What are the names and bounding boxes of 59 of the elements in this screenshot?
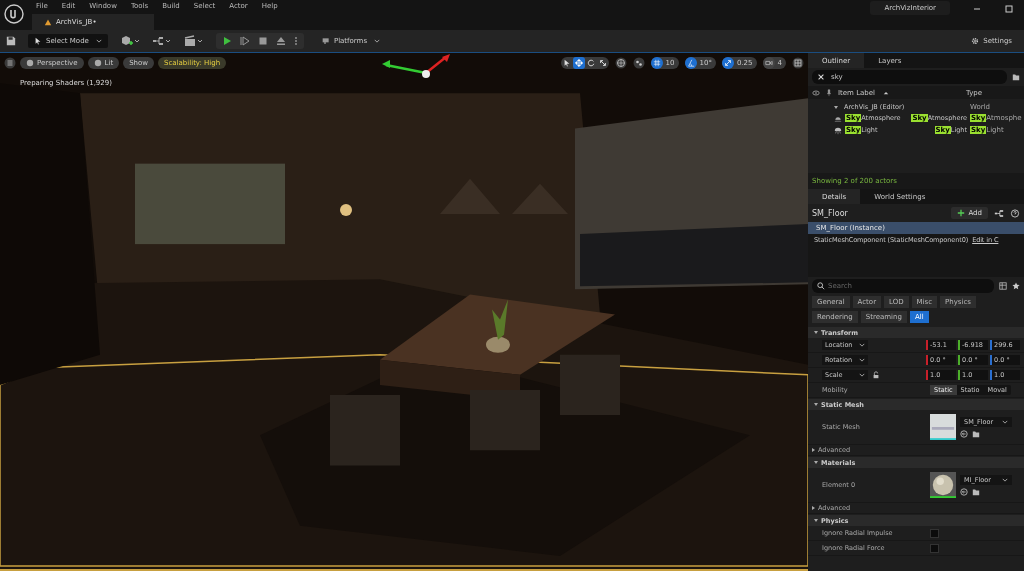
lock-icon[interactable]	[872, 371, 880, 379]
folder-icon[interactable]	[1012, 73, 1020, 81]
use-selected-icon[interactable]	[960, 429, 968, 438]
expand-arrow-icon	[814, 331, 818, 334]
layout-icon[interactable]	[792, 57, 804, 69]
expand-arrow-icon	[814, 461, 818, 464]
caret-icon	[1002, 419, 1008, 424]
globe-icon[interactable]	[614, 57, 627, 69]
sky-light-icon	[834, 127, 842, 135]
search-icon	[817, 282, 825, 290]
star-icon[interactable]	[1012, 282, 1020, 290]
material-thumbnail	[930, 472, 956, 498]
maximize-icon[interactable]	[1004, 4, 1014, 14]
caret-icon	[859, 373, 865, 377]
save-icon[interactable]	[6, 36, 16, 46]
browse-icon[interactable]	[972, 429, 980, 438]
logo-icon	[4, 4, 24, 24]
pin-icon[interactable]	[825, 88, 833, 97]
caret-icon	[95, 39, 102, 43]
blueprint-icon[interactable]	[994, 208, 1004, 218]
eye-icon[interactable]	[812, 88, 820, 97]
menu-icon[interactable]	[4, 57, 16, 69]
transform-tool-icon[interactable]	[572, 57, 585, 69]
expand-arrow-icon	[812, 506, 815, 510]
eject-icon[interactable]	[275, 36, 286, 46]
caret-icon	[859, 358, 865, 362]
monitor-icon	[321, 37, 330, 45]
plus-icon	[957, 209, 966, 217]
step-icon[interactable]	[239, 36, 250, 46]
caret-icon	[859, 343, 865, 347]
blueprint-icon[interactable]	[151, 35, 172, 47]
sphere-icon	[26, 59, 34, 67]
clapperboard-icon[interactable]	[183, 35, 204, 47]
actor-name: SM_Floor	[812, 208, 849, 218]
caret-icon	[374, 39, 381, 43]
expand-arrow-icon	[814, 403, 818, 406]
sort-icon	[883, 90, 890, 95]
checkbox[interactable]	[930, 528, 939, 538]
checkbox[interactable]	[930, 543, 939, 553]
level-icon	[44, 18, 52, 26]
settings-icon	[971, 37, 980, 45]
add-actor-icon[interactable]	[119, 35, 140, 47]
atmosphere-icon	[834, 115, 842, 123]
use-selected-icon[interactable]	[960, 487, 968, 496]
expand-arrow-icon	[814, 519, 818, 522]
caret-icon	[1002, 477, 1008, 482]
play-icon[interactable]	[221, 36, 232, 46]
expand-arrow-icon[interactable]	[834, 105, 838, 109]
surface-snap-icon[interactable]	[632, 57, 645, 69]
table-icon[interactable]	[999, 282, 1007, 290]
stop-icon[interactable]	[257, 36, 268, 46]
browse-icon[interactable]	[972, 487, 980, 496]
help-icon[interactable]	[1010, 208, 1020, 218]
more-icon[interactable]	[293, 36, 298, 46]
expand-arrow-icon	[812, 448, 815, 452]
sphere-icon	[93, 59, 102, 67]
clear-icon[interactable]	[817, 73, 825, 81]
mesh-thumbnail	[930, 414, 956, 440]
cursor-icon	[34, 37, 42, 45]
